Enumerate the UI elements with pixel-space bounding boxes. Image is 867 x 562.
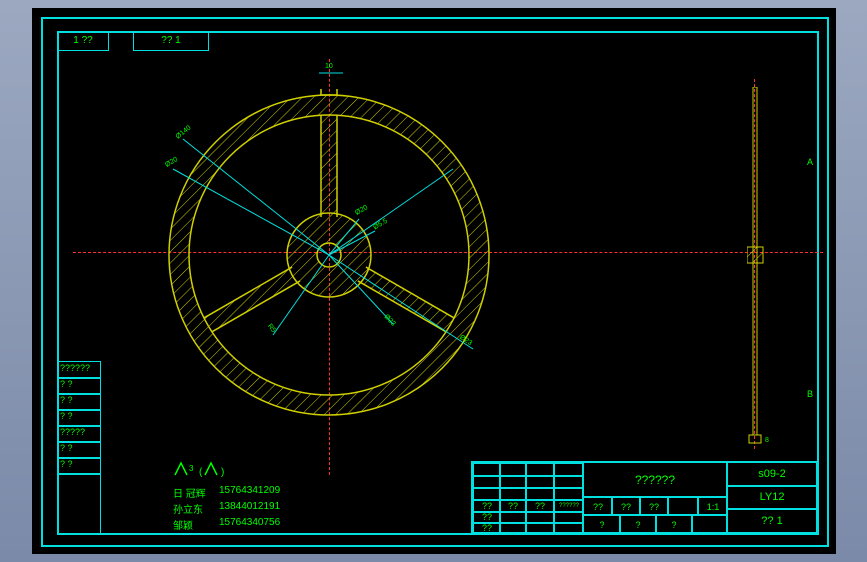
tb-title: ??????	[582, 462, 728, 498]
tb-grid: ?? ?? ?? ?????? ?? ??	[472, 462, 584, 534]
title-block: ?? ?? ?? ?????? ?? ?? ?????? ?? ?? ?? 1:…	[471, 461, 817, 533]
section-a: A	[807, 157, 813, 167]
tb-material: LY12	[726, 485, 818, 510]
section-b: B	[807, 389, 813, 399]
tb-drawing-no: s09-2	[726, 462, 818, 487]
dim-top: 10	[325, 63, 333, 70]
tb-scale: ?? 1	[726, 508, 818, 534]
dim-side-bottom: 8	[765, 437, 769, 444]
drawing-canvas: 1 ?? ?? 1 ?????? ? ? ? ? ? ? ????? ? ? ?…	[32, 8, 836, 554]
tb-mid-row: ?? ?? ?? 1:1	[582, 496, 728, 516]
tb-mid-row2: ? ? ?	[582, 514, 728, 534]
